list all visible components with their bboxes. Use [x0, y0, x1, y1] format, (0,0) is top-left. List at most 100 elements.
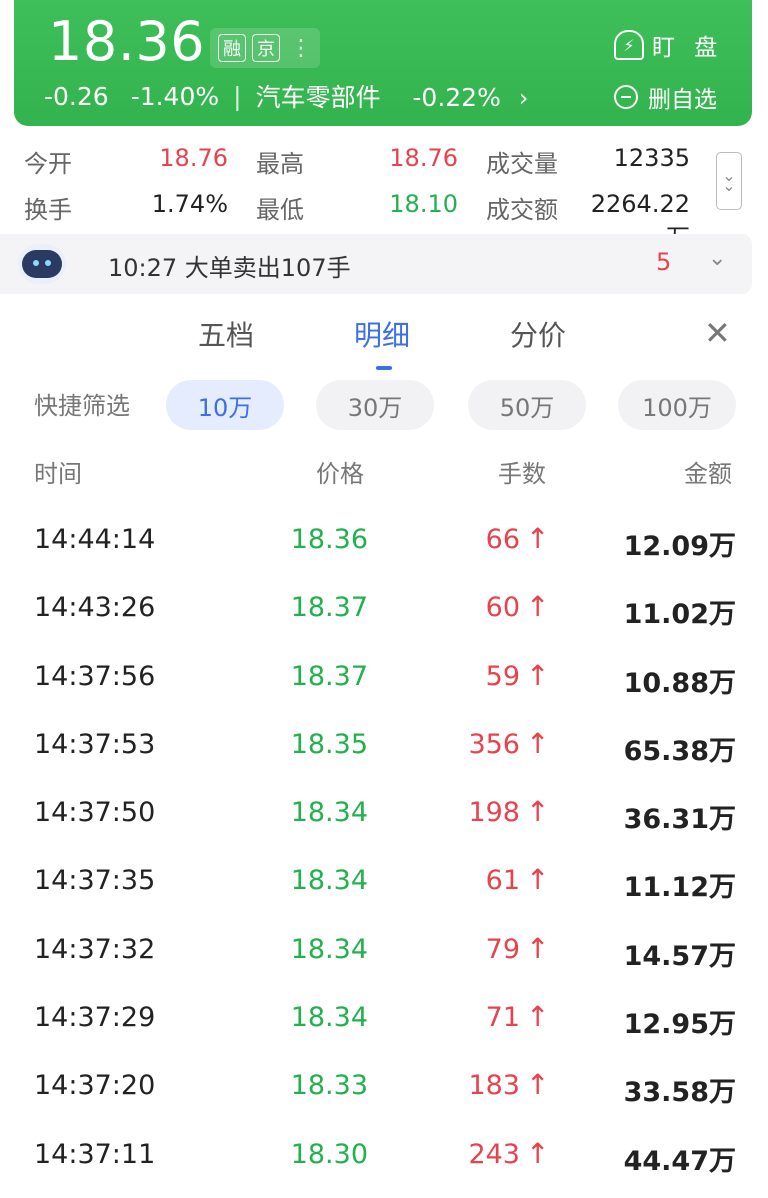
change-line: -0.26 -1.40% | 汽车零部件 -0.22% ›: [44, 78, 528, 114]
row-price: 18.33: [290, 1070, 368, 1102]
low-label: 最低: [256, 196, 304, 224]
tab-details[interactable]: 明细: [354, 314, 410, 354]
watch-label: 盯 盘: [652, 35, 724, 61]
filter-30w[interactable]: 30万: [316, 380, 434, 430]
row-time: 14:44:14: [34, 524, 156, 555]
volume-label: 成交量: [486, 150, 558, 178]
volume-value: 12335: [613, 144, 690, 172]
header-volume: 手数: [498, 460, 546, 488]
row-price: 18.36: [290, 524, 368, 555]
header-amount: 金额: [684, 460, 732, 488]
row-price: 18.37: [290, 660, 368, 692]
trade-list: 14:44:14 18.36 66 ↑ 12.09万 14:43:26 18.37 60 ↑ 11…: [0, 508, 768, 1191]
row-volume: 59: [485, 660, 520, 692]
turnover-value: 1.74%: [151, 190, 228, 218]
row-volume: 66: [485, 524, 520, 555]
detail-tabs: 五档 明细 分价 ✕: [0, 306, 768, 370]
tab-price-distribution[interactable]: 分价: [510, 314, 566, 354]
row-time: 14:37:20: [34, 1070, 156, 1102]
row-time: 14:37:29: [34, 1002, 156, 1034]
amount-label: 成交额: [486, 196, 558, 224]
row-amount: 11.02万: [623, 599, 736, 631]
row-price: 18.34: [290, 797, 368, 829]
row-amount: 33.58万: [623, 1077, 736, 1109]
chevron-down-icon[interactable]: ⌄: [708, 246, 726, 271]
row-volume: 243: [468, 1138, 520, 1170]
row-amount: 11.12万: [623, 872, 736, 904]
more-dots-icon[interactable]: ⋮: [290, 36, 312, 61]
quote-stats: 今开 18.76 最高 18.76 成交量 12335 换手 1.74% 最低 …: [0, 140, 768, 252]
row-volume: 356: [468, 728, 520, 760]
open-label: 今开: [24, 150, 72, 178]
row-price: 18.35: [290, 728, 368, 760]
price-change: -0.26: [44, 81, 109, 111]
up-arrow-icon: ↑: [526, 931, 550, 965]
filter-10w[interactable]: 10万: [166, 380, 284, 430]
row-price: 18.34: [290, 865, 368, 897]
up-arrow-icon: ↑: [526, 863, 550, 897]
row-volume: 79: [485, 933, 520, 965]
watch-button[interactable]: ⚡ 盯 盘: [614, 28, 723, 62]
up-arrow-icon: ↑: [526, 1000, 550, 1034]
row-volume: 183: [468, 1070, 520, 1102]
up-arrow-icon: ↑: [526, 658, 550, 692]
up-arrow-icon: ↑: [526, 1068, 550, 1102]
filter-label: 快捷筛选: [34, 392, 130, 420]
high-label: 最高: [256, 150, 304, 178]
chevron-right-icon: ›: [518, 84, 529, 112]
row-time: 14:43:26: [34, 592, 156, 624]
sector-link[interactable]: 汽车零部件 -0.22% ›: [256, 78, 529, 114]
row-amount: 12.95万: [623, 1009, 736, 1041]
notice-count-badge: 5: [656, 248, 672, 276]
row-time: 14:37:35: [34, 865, 156, 897]
remove-favorite-label: 删自选: [648, 87, 717, 113]
table-row: 14:37:53 18.35 356 ↑ 65.38万: [0, 713, 768, 781]
row-price: 18.34: [290, 1002, 368, 1034]
filter-50w[interactable]: 50万: [468, 380, 586, 430]
turnover-label: 换手: [24, 196, 72, 224]
row-time: 14:37:53: [34, 728, 156, 760]
table-row: 14:43:26 18.37 60 ↑ 11.02万: [0, 576, 768, 644]
price-change-pct: -1.40%: [130, 81, 220, 111]
quote-header: 18.36 融 京 ⋮ -0.26 -1.40% | 汽车零部件 -0.22% …: [14, 0, 752, 126]
header-price: 价格: [316, 460, 364, 488]
remove-favorite-button[interactable]: 删自选: [614, 80, 717, 114]
sector-pct: -0.22%: [412, 83, 501, 112]
alert-bell-icon: ⚡: [614, 30, 644, 60]
margin-tag: 融: [218, 34, 246, 62]
row-amount: 12.09万: [623, 531, 736, 562]
robot-icon: [18, 244, 66, 284]
table-row: 14:37:20 18.33 183 ↑ 33.58万: [0, 1054, 768, 1122]
row-price: 18.37: [290, 592, 368, 624]
table-row: 14:37:35 18.34 61 ↑ 11.12万: [0, 849, 768, 917]
tab-five-levels[interactable]: 五档: [198, 314, 254, 354]
minus-circle-icon: [614, 85, 638, 109]
row-time: 14:37:11: [34, 1138, 156, 1170]
high-value: 18.76: [389, 144, 458, 172]
big-order-notice[interactable]: 10:27 大单卖出107手 5 ⌄: [0, 234, 752, 294]
row-volume: 60: [485, 592, 520, 624]
open-value: 18.76: [159, 144, 228, 172]
row-amount: 36.31万: [623, 804, 736, 836]
row-amount: 10.88万: [623, 667, 736, 699]
close-icon[interactable]: ✕: [704, 314, 731, 352]
expand-stats-button[interactable]: ⌄ ⌄: [716, 152, 742, 210]
table-row: 14:37:50 18.34 198 ↑ 36.31万: [0, 781, 768, 849]
row-price: 18.34: [290, 933, 368, 965]
up-arrow-icon: ↑: [526, 795, 550, 829]
table-row: 14:37:32 18.34 79 ↑ 14.57万: [0, 918, 768, 986]
up-arrow-icon: ↑: [526, 1136, 550, 1170]
low-value: 18.10: [389, 190, 458, 218]
notice-text: 10:27 大单卖出107手: [108, 254, 351, 282]
row-time: 14:37:32: [34, 933, 156, 965]
table-row: 14:44:14 18.36 66 ↑ 12.09万: [0, 508, 768, 576]
row-price: 18.30: [290, 1138, 368, 1170]
exchange-tag: 京: [252, 34, 280, 62]
row-amount: 65.38万: [623, 735, 736, 767]
stock-tags[interactable]: 融 京 ⋮: [210, 28, 320, 68]
quick-filter: 快捷筛选 10万 30万 50万 100万: [0, 380, 768, 430]
sector-name: 汽车零部件: [255, 83, 381, 112]
active-tab-indicator: [376, 366, 392, 370]
up-arrow-icon: ↑: [526, 522, 550, 555]
filter-100w[interactable]: 100万: [618, 380, 736, 430]
